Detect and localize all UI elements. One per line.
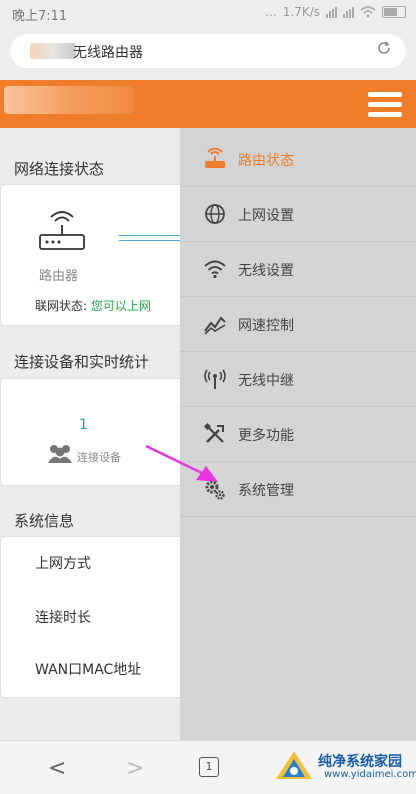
internet-status: 联网状态: 您可以上网	[35, 297, 151, 314]
router-icon	[39, 211, 85, 250]
menu-item-router-status[interactable]: 路由状态	[180, 132, 416, 187]
watermark-logo-icon	[276, 751, 312, 779]
menu-item-label: 网速控制	[238, 318, 294, 334]
reload-icon[interactable]	[376, 40, 392, 56]
forward-button[interactable]: >	[126, 756, 144, 781]
menu-item-label: 路由状态	[238, 153, 294, 169]
sysinfo-row: 连接时长	[35, 610, 91, 626]
network-speed: 1.7K/s	[282, 5, 320, 19]
users-icon	[48, 445, 72, 463]
menu-item-wireless-settings[interactable]: 无线设置	[180, 242, 416, 297]
menu-item-label: 更多功能	[238, 428, 294, 444]
watermark: 纯净系统家园 www.yidaimei.com	[274, 749, 416, 787]
annotation-arrow-icon	[145, 444, 218, 482]
status-bar: 晚上7:11 ... 1.7K/s	[0, 0, 416, 26]
internet-status-label: 联网状态:	[35, 299, 91, 313]
status-time: 晚上7:11	[12, 9, 68, 24]
net-status-card: 路由器 联网状态: 您可以上网	[0, 184, 180, 326]
sysinfo-title: 系统信息	[14, 512, 75, 530]
menu-item-internet-settings[interactable]: 上网设置	[180, 187, 416, 242]
sysinfo-card: 上网方式 连接时长 WAN口MAC地址	[0, 536, 180, 698]
back-button[interactable]: <	[48, 756, 66, 781]
wifi-status-icon	[360, 6, 376, 18]
tabs-button[interactable]: 1	[199, 757, 219, 777]
wifi-icon	[204, 260, 226, 279]
device-label: 连接设备	[77, 451, 121, 464]
menu-item-label: 无线设置	[238, 263, 294, 279]
globe-icon	[205, 204, 225, 224]
router-label: 路由器	[39, 269, 79, 284]
internet-status-value: 您可以上网	[90, 299, 151, 313]
menu-toggle-icon[interactable]	[368, 92, 402, 118]
watermark-text: 纯净系统家园	[318, 754, 402, 770]
connection-line	[119, 235, 180, 241]
browser-bottom-bar: < > 1 纯净系统家园 www.yidaimei.com	[0, 740, 416, 794]
side-menu: 路由状态 上网设置 无线设置 网速控制 无线中继 更多功能 系统管理	[180, 128, 416, 740]
menu-item-speed-control[interactable]: 网速控制	[180, 297, 416, 352]
blurred-brand	[30, 43, 76, 59]
menu-item-label: 系统管理	[238, 483, 294, 499]
device-count: 1	[79, 417, 88, 433]
watermark-url: www.yidaimei.com	[324, 769, 416, 780]
menu-item-wireless-repeater[interactable]: 无线中继	[180, 352, 416, 407]
page-title: 无线路由器	[73, 45, 143, 61]
address-bar[interactable]: 无线路由器	[10, 34, 406, 68]
blurred-logo	[4, 86, 134, 114]
speed-chart-icon	[204, 316, 226, 335]
sysinfo-row: 上网方式	[35, 556, 91, 572]
status-indicators: ... 1.7K/s	[265, 5, 406, 19]
sysinfo-row: WAN口MAC地址	[35, 662, 142, 678]
signal-icon	[326, 6, 337, 18]
status-dots: ...	[265, 5, 277, 19]
devices-title: 连接设备和实时统计	[14, 353, 150, 371]
battery-icon	[382, 6, 406, 18]
browser-toolbar: 无线路由器	[0, 26, 416, 80]
router-icon	[205, 148, 225, 168]
signal-icon-2	[343, 6, 354, 18]
net-status-title: 网络连接状态	[14, 160, 105, 178]
menu-item-label: 无线中继	[238, 373, 294, 389]
status-panel: 网络连接状态 路由器 联网状态: 您可以上网 连接设备和实时统计 1 连接设备 …	[0, 128, 180, 740]
app-header	[0, 80, 416, 128]
menu-item-label: 上网设置	[238, 208, 294, 224]
antenna-icon	[204, 369, 226, 389]
